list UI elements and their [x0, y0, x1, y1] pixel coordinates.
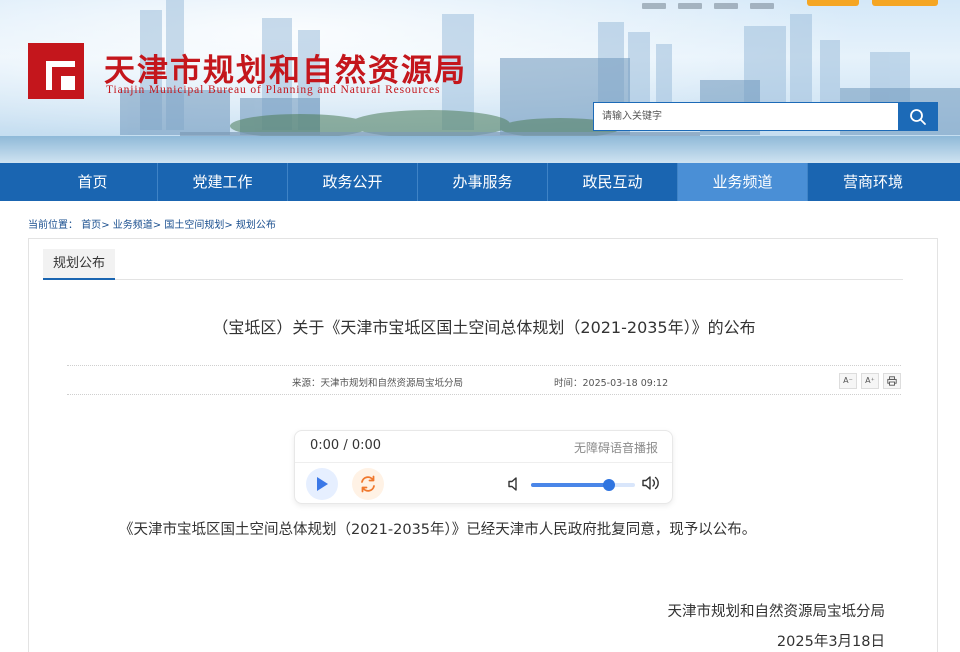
site-subtitle: Tianjin Municipal Bureau of Planning and…: [106, 84, 441, 96]
river-water: [0, 136, 960, 163]
breadcrumb-sep: >: [152, 220, 162, 231]
search-icon: [909, 108, 926, 125]
nav-item-services[interactable]: 办事服务: [418, 163, 548, 201]
nav-item-interaction[interactable]: 政民互动: [548, 163, 678, 201]
volume-slider[interactable]: [531, 479, 635, 491]
nav-item-government-affairs[interactable]: 政务公开: [288, 163, 418, 201]
breadcrumb-prefix: 当前位置：: [28, 220, 78, 231]
top-link[interactable]: [714, 3, 738, 9]
article-sign-date: 2025年3月18日: [776, 634, 885, 650]
play-icon: [317, 477, 328, 491]
bureau-logo-icon[interactable]: [28, 43, 84, 99]
top-link[interactable]: [642, 3, 666, 9]
panel-tab-row: 规划公布: [43, 249, 903, 280]
font-larger-button[interactable]: A⁺: [861, 373, 879, 389]
top-utility-links[interactable]: [642, 0, 786, 9]
article-tools: A⁻ A⁺: [839, 373, 901, 389]
article-signature: 天津市规划和自然资源局宝坻分局: [667, 604, 886, 620]
nav-item-business-environment[interactable]: 营商环境: [808, 163, 938, 201]
breadcrumb-link-planning-publication[interactable]: 规划公布: [236, 220, 276, 231]
top-badge-button[interactable]: [807, 0, 859, 6]
article-meta: 来源：天津市规划和自然资源局宝坻分局 时间：2025-03-18 09:12 A…: [67, 365, 901, 395]
tab-planning-publication[interactable]: 规划公布: [43, 249, 116, 280]
article-title: （宝坻区）关于《天津市宝坻区国土空间总体规划（2021-2035年）》的公布: [212, 318, 756, 337]
breadcrumb-sep: >: [101, 220, 110, 231]
print-button[interactable]: [883, 373, 901, 389]
player-time: 0:00 / 0:00: [310, 438, 382, 453]
accessibility-audio-label: 无障碍语音播报: [573, 441, 658, 455]
nav-item-home[interactable]: 首页: [28, 163, 158, 201]
audio-player: 0:00 / 0:00 无障碍语音播报: [294, 430, 673, 504]
article-source: 来源：天津市规划和自然资源局宝坻分局: [292, 378, 464, 389]
breadcrumb: 当前位置： 首页> 业务频道> 国土空间规划> 规划公布: [28, 216, 276, 231]
loop-button[interactable]: [352, 468, 384, 500]
search-input[interactable]: [594, 103, 898, 130]
volume-slider-handle[interactable]: [603, 479, 615, 491]
volume-high-icon[interactable]: [641, 474, 661, 492]
breadcrumb-sep: >: [224, 220, 233, 231]
play-button[interactable]: [306, 468, 338, 500]
print-icon: [887, 376, 897, 386]
top-link[interactable]: [678, 3, 702, 9]
breadcrumb-link-home[interactable]: 首页: [81, 220, 101, 231]
volume-low-icon[interactable]: [507, 476, 521, 492]
breadcrumb-link-territorial-planning[interactable]: 国土空间规划: [164, 220, 224, 231]
article-body-text: 《天津市宝坻区国土空间总体规划（2021-2035年）》已经天津市人民政府批复同…: [119, 522, 757, 538]
nav-item-business-channel[interactable]: 业务频道: [678, 163, 808, 201]
header-banner: 天津市规划和自然资源局 Tianjin Municipal Bureau of …: [0, 0, 960, 163]
nav-item-party-building[interactable]: 党建工作: [158, 163, 288, 201]
font-smaller-button[interactable]: A⁻: [839, 373, 857, 389]
main-nav: 首页 党建工作 政务公开 办事服务 政民互动 业务频道 营商环境: [0, 163, 960, 201]
content-panel: 规划公布 （宝坻区）关于《天津市宝坻区国土空间总体规划（2021-2035年）》…: [28, 238, 938, 652]
volume-slider-fill: [531, 483, 609, 487]
breadcrumb-link-business-channel[interactable]: 业务频道: [113, 220, 153, 231]
search-button[interactable]: [898, 103, 937, 130]
article-time: 时间：2025-03-18 09:12: [554, 378, 669, 389]
search-bar: [593, 102, 938, 131]
top-badge-button[interactable]: [872, 0, 938, 6]
top-link[interactable]: [750, 3, 774, 9]
loop-icon: [361, 475, 375, 493]
player-header: 0:00 / 0:00 无障碍语音播报: [295, 431, 672, 463]
